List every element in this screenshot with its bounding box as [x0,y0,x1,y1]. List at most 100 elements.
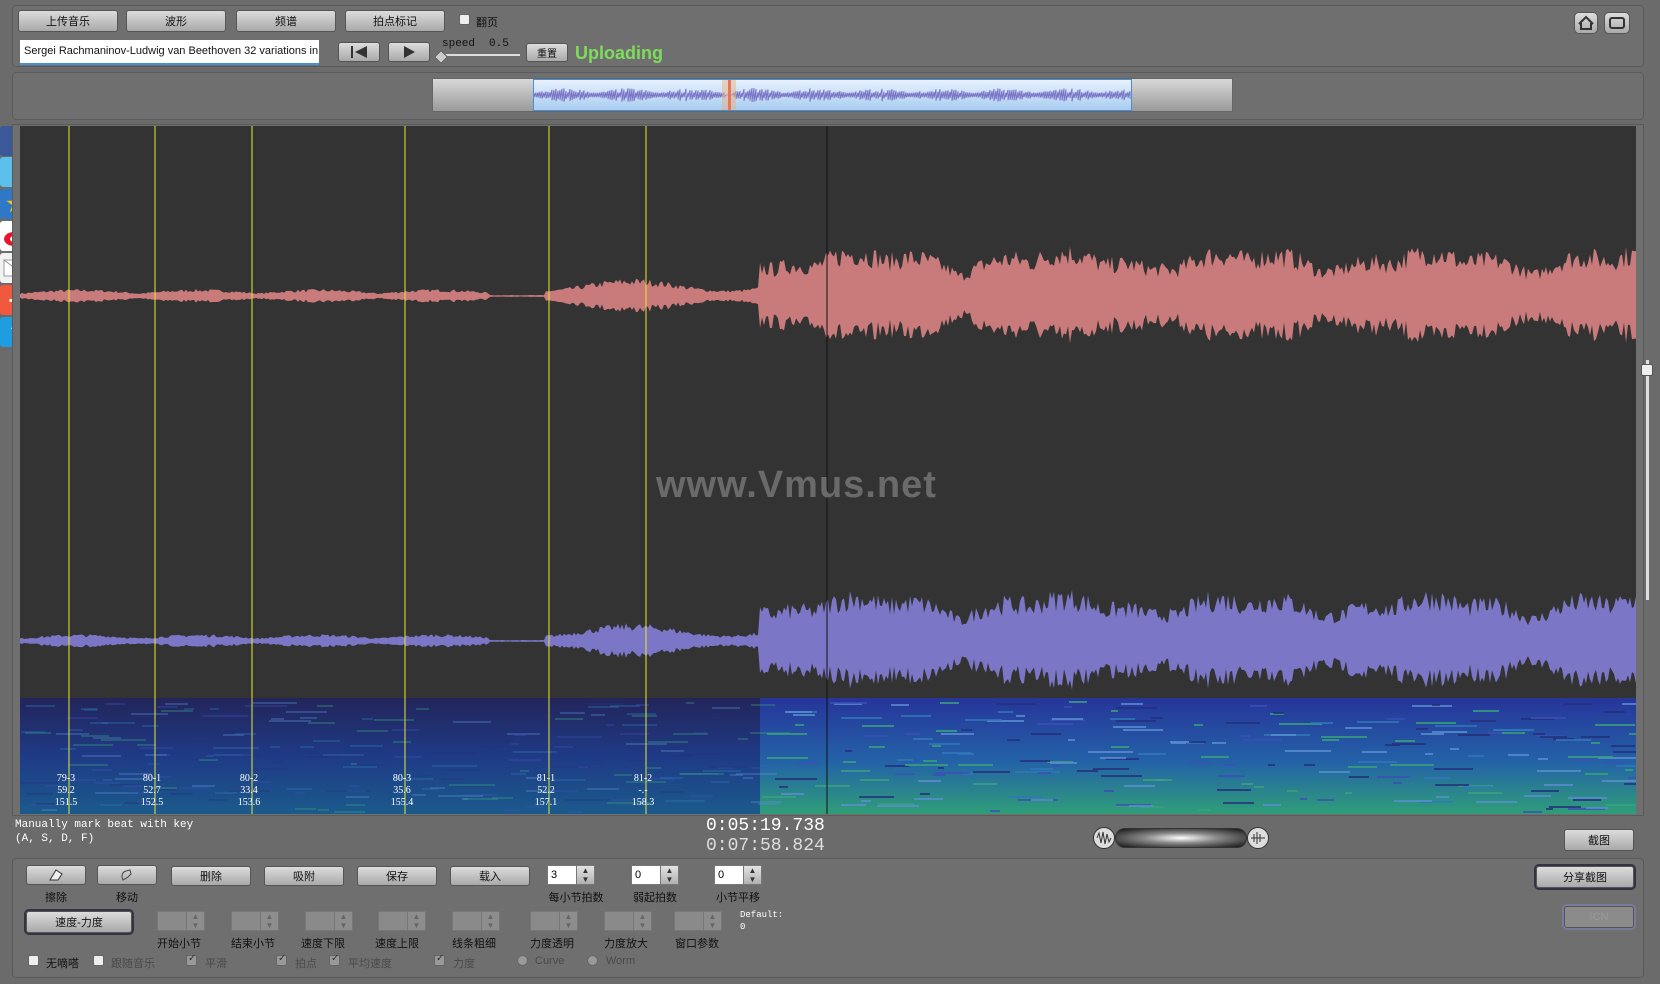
snap-button[interactable]: 吸附 [264,866,344,886]
spectrogram-streak [1053,765,1061,767]
overview-playhead-handle[interactable] [722,80,736,110]
eraser-icon [49,869,63,881]
spectrogram-streak [1434,768,1473,770]
spectrogram-streak [354,764,388,766]
beats-per-bar-stepper[interactable]: 3 ▲ ▼ [547,865,595,885]
beat-checkbox[interactable] [276,953,287,966]
spectrogram-streak [588,706,619,708]
zoom-out-waveform-icon[interactable] [1093,827,1115,849]
upload-music-button[interactable]: 上传音乐 [18,10,118,32]
avg-tempo-checkbox[interactable] [329,953,340,966]
home-icon[interactable] [1574,12,1598,34]
erase-button[interactable] [26,865,86,885]
zoom-slider[interactable] [1115,828,1247,848]
dyn-alpha-stepper[interactable]: ▲ ▼ [530,911,578,931]
bar-offset-input[interactable]: 0 [714,865,744,885]
delete-button[interactable]: 删除 [171,866,251,886]
share-screenshot-button[interactable]: 分享截图 [1536,866,1634,888]
scroll-handle[interactable] [1641,364,1653,376]
tempo-dynamics-button[interactable]: 速度-力度 [26,911,132,933]
beat-label-bot: 151.5 [54,797,78,808]
pickup-beats-input[interactable]: 0 [631,865,661,885]
tempo-max-stepper[interactable]: ▲ ▼ [378,911,426,931]
tempo-min-stepper[interactable]: ▲ ▼ [305,911,353,931]
spectrogram-streak [1068,739,1075,741]
bar-offset-label: 小节平移 [716,892,760,904]
file-name-field[interactable]: Sergei Rachmaninov-Ludwig van Beethoven … [20,40,319,65]
dyn-alpha-label: 力度透明 [530,938,574,950]
end-bar-stepper[interactable]: ▲ ▼ [231,911,279,931]
window-param-stepper[interactable]: ▲ ▼ [674,911,722,931]
spectrogram-streak [897,759,913,761]
overview-window[interactable] [533,79,1132,111]
spectrogram-streak [781,793,804,795]
follow-music-checkbox[interactable] [93,955,104,966]
move-button[interactable] [97,865,157,885]
dyn-zoom-stepper[interactable]: ▲ ▼ [604,911,652,931]
worm-radio[interactable] [587,955,598,966]
reset-button[interactable]: 重置 [526,43,568,62]
spectrogram-streak [209,799,227,801]
no-click-checkbox[interactable] [28,955,39,966]
page-turn-checkbox[interactable] [459,14,470,25]
line-width-stepper[interactable]: ▲ ▼ [452,911,500,931]
curve-radio[interactable] [517,955,528,966]
spectrogram-streak [300,746,314,748]
pickup-beats-arrows[interactable]: ▲ ▼ [661,865,679,885]
spectrogram-streak [323,754,364,756]
speed-value: 0.5 [489,38,509,50]
load-button[interactable]: 载入 [450,866,530,886]
spectrogram-streak [932,745,941,747]
spectrogram-streak [743,777,753,779]
spectrogram-streak [862,725,894,727]
waveform-canvas[interactable]: www.Vmus.net 79-3 59.2 151.5 80-1 52.7 152.5 8… [20,126,1636,814]
skip-start-button[interactable] [338,42,380,62]
bar-offset-arrows[interactable]: ▲ ▼ [744,865,762,885]
beat-label-top: 79-3 [56,773,76,784]
vertical-scrollbar[interactable] [1646,360,1649,600]
save-button[interactable]: 保存 [357,866,437,886]
play-button[interactable] [388,42,430,62]
spectrogram-streak [1104,790,1114,792]
waveform-button[interactable]: 波形 [126,10,226,32]
spectrogram-streak [1416,728,1428,730]
pickup-beats-stepper[interactable]: 0 ▲ ▼ [631,865,679,885]
beat-marks-button[interactable]: 拍点标记 [345,10,445,32]
spectrogram-streak [1476,801,1517,803]
spectrogram-streak [864,735,887,737]
spectrum-button[interactable]: 频谱 [236,10,336,32]
spectrogram-streak [1212,742,1226,744]
dynamics-checkbox[interactable] [434,953,445,966]
spectrogram-streak [918,780,941,782]
bar-offset-stepper[interactable]: 0 ▲ ▼ [714,865,762,885]
beats-per-bar-arrows[interactable]: ▲ ▼ [577,865,595,885]
spectrogram-streak [165,703,188,705]
beat-label-mid: 59.2 [57,785,75,796]
speed-slider[interactable] [433,49,520,65]
spectrogram-streak [1624,783,1636,785]
dyn-zoom-label: 力度放大 [604,938,648,950]
spectrogram-streak [841,770,870,772]
smooth-checkbox[interactable] [186,953,197,966]
spectrogram-streak [1226,722,1260,724]
spectrogram-streak [560,712,585,714]
zoom-in-waveform-icon[interactable] [1247,827,1269,849]
spectrogram-streak [68,764,108,766]
spectrogram-streak [1573,799,1601,801]
spectrogram-streak [157,706,177,708]
spectrogram-streak [362,718,373,720]
screenshot-button[interactable]: 截图 [1564,829,1634,851]
spectrogram-streak [1458,734,1490,736]
beats-per-bar-input[interactable]: 3 [547,865,577,885]
spectrogram-streak [198,713,239,715]
fullscreen-icon[interactable] [1604,12,1630,34]
spectrogram-streak [374,719,414,721]
spectrogram-streak [584,763,606,765]
spectrogram-streak [1468,755,1484,757]
spectrogram-streak [308,722,335,724]
beat-label-top: 81-1 [536,773,556,784]
start-bar-stepper[interactable]: ▲ ▼ [157,911,205,931]
spectrogram-streak [1568,756,1613,758]
spectrogram-streak [711,781,729,783]
spectrogram-streak [56,733,89,735]
